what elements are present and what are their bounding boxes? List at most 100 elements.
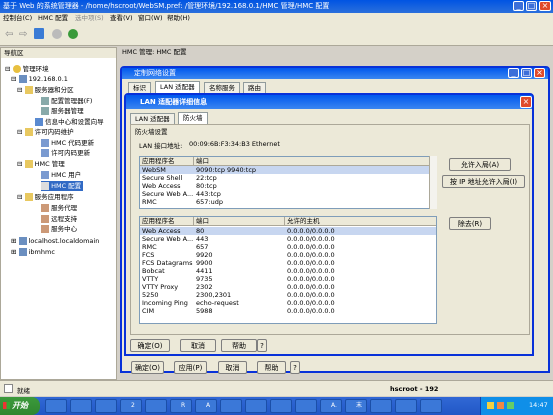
network-ok-button[interactable]: 确定(O): [131, 361, 164, 374]
start-button[interactable]: 开始: [0, 397, 40, 415]
table-row[interactable]: VTTY Proxy 2302 0.0.0.0/0.0.0.0: [140, 283, 436, 291]
tab-name-services[interactable]: 名称服务: [204, 82, 240, 93]
taskbar-item[interactable]: [270, 399, 292, 413]
col-app-name[interactable]: 应用程序名: [140, 217, 194, 226]
menu-help[interactable]: 帮助(H): [167, 13, 190, 24]
col-port[interactable]: 端口: [194, 157, 436, 166]
tree-server-mgmt[interactable]: 服务器管理: [41, 106, 84, 116]
up-icon[interactable]: [34, 28, 44, 39]
top-table-scrollbar[interactable]: [429, 156, 437, 209]
refresh-icon[interactable]: [52, 29, 62, 39]
expander-icon[interactable]: ⊞: [11, 237, 16, 245]
tab-lan-adapter[interactable]: LAN 适配器: [155, 81, 200, 93]
expander-icon[interactable]: ⊟: [17, 160, 22, 168]
taskbar-item[interactable]: A.: [320, 399, 342, 413]
expander-icon[interactable]: ⊟: [11, 75, 16, 83]
taskbar-item[interactable]: 末: [345, 399, 367, 413]
network-maximize-button[interactable]: □: [521, 68, 532, 78]
clock[interactable]: 14:47: [529, 401, 548, 409]
taskbar-item[interactable]: [220, 399, 242, 413]
forward-icon[interactable]: ⇨: [19, 29, 27, 40]
taskbar-item[interactable]: [295, 399, 317, 413]
table-row[interactable]: FCS Datagrams 9900 0.0.0.0/0.0.0.0: [140, 259, 436, 267]
table-row[interactable]: Secure Web A... 443 0.0.0.0/0.0.0.0: [140, 235, 436, 243]
tree-hmc-users[interactable]: HMC 用户: [41, 170, 81, 180]
expander-icon[interactable]: ⊟: [17, 86, 22, 94]
col-allowed-hosts[interactable]: 允许的主机: [285, 217, 436, 226]
lan-cancel-button[interactable]: 取消: [180, 339, 216, 352]
network-help-button[interactable]: 帮助: [257, 361, 286, 374]
table-row[interactable]: VTTY 9735 0.0.0.0/0.0.0.0: [140, 275, 436, 283]
available-apps-table[interactable]: 应用程序名 端口 WebSM 9090:tcp 9940:tcp Secure S…: [139, 156, 437, 209]
table-row[interactable]: Secure Shell 22:tcp: [140, 174, 436, 182]
tree-servers-partitions[interactable]: ⊟ 服务器和分区: [17, 85, 74, 95]
taskbar-item[interactable]: [420, 399, 442, 413]
taskbar-item[interactable]: [245, 399, 267, 413]
menu-console[interactable]: 控制台(C): [3, 13, 32, 24]
table-row[interactable]: RMC 657:udp: [140, 198, 436, 206]
tab-routing[interactable]: 路由: [243, 82, 266, 93]
tree-service-apps[interactable]: ⊟ 服务应用程序: [17, 192, 74, 202]
network-apply-button[interactable]: 应用(P): [174, 361, 207, 374]
allow-incoming-by-ip-button[interactable]: 按 IP 地址允许入局(I): [442, 175, 525, 188]
tab-firewall[interactable]: 防火墙: [178, 112, 208, 124]
taskbar-item[interactable]: 2: [120, 399, 142, 413]
expander-icon[interactable]: ⊟: [17, 193, 22, 201]
remove-button[interactable]: 除去(R): [449, 217, 491, 230]
tree-service-focal[interactable]: 服务中心: [41, 224, 77, 234]
tray-icon[interactable]: [497, 402, 504, 409]
tree-host[interactable]: ⊟ 192.168.0.1: [11, 74, 68, 84]
tree-licensed-code[interactable]: ⊟ 许可内码维护: [17, 127, 74, 137]
allowed-hosts-table[interactable]: 应用程序名 端口 允许的主机 Web Access 80 0.0.0.0/0.0.0…: [139, 216, 437, 324]
table-row[interactable]: RMC 657 0.0.0.0/0.0.0.0: [140, 243, 436, 251]
lan-context-help-button[interactable]: ?: [257, 339, 267, 352]
tree-ibmhmc[interactable]: ⊞ ibmhmc: [11, 247, 55, 257]
table-row[interactable]: Web Access 80 0.0.0.0/0.0.0.0: [140, 227, 436, 235]
tab-identity[interactable]: 标识: [128, 82, 151, 93]
tree-info-center[interactable]: 信息中心和设置向导: [35, 117, 104, 127]
close-button[interactable]: ×: [539, 1, 551, 11]
taskbar-item[interactable]: R: [170, 399, 192, 413]
lan-help-button[interactable]: 帮助: [221, 339, 257, 352]
network-minimize-button[interactable]: _: [508, 68, 519, 78]
expander-icon[interactable]: ⊟: [17, 128, 22, 136]
lan-close-button[interactable]: ×: [520, 96, 532, 108]
expander-icon[interactable]: ⊟: [5, 65, 10, 73]
tray-icon[interactable]: [507, 402, 514, 409]
col-app-name[interactable]: 应用程序名: [140, 157, 194, 166]
find-icon[interactable]: [68, 29, 78, 39]
tree-config-manager[interactable]: 配置管理器(F): [41, 96, 92, 106]
taskbar-item[interactable]: [95, 399, 117, 413]
taskbar-item[interactable]: [70, 399, 92, 413]
tree-service-agent[interactable]: 服务代理: [41, 203, 77, 213]
table-row[interactable]: Web Access 80:tcp: [140, 182, 436, 190]
tree-hmc-mgmt[interactable]: ⊟ HMC 管理: [17, 159, 65, 169]
maximize-button[interactable]: □: [526, 1, 537, 11]
tab-lan-adapter-inner[interactable]: LAN 适配器: [130, 113, 175, 124]
taskbar-item[interactable]: [395, 399, 417, 413]
taskbar-item[interactable]: [45, 399, 67, 413]
tree-root[interactable]: ⊟ 管理环境: [5, 64, 49, 74]
network-context-help-button[interactable]: ?: [290, 361, 300, 374]
network-cancel-button[interactable]: 取消: [218, 361, 247, 374]
taskbar-item[interactable]: [370, 399, 392, 413]
expander-icon[interactable]: ⊞: [11, 248, 16, 256]
menu-window[interactable]: 窗口(W): [138, 13, 163, 24]
table-row[interactable]: WebSM 9090:tcp 9940:tcp: [140, 166, 436, 174]
tree-remote-support[interactable]: 远程支持: [41, 214, 77, 224]
table-row[interactable]: Incoming Ping echo-request 0.0.0.0/0.0.0.0: [140, 299, 436, 307]
lan-ok-button[interactable]: 确定(O): [130, 339, 170, 352]
menu-hmc-config[interactable]: HMC 配置: [38, 13, 68, 24]
table-row[interactable]: FCS 9920 0.0.0.0/0.0.0.0: [140, 251, 436, 259]
taskbar-item[interactable]: [145, 399, 167, 413]
tray-icon[interactable]: [487, 402, 494, 409]
minimize-button[interactable]: _: [513, 1, 524, 11]
table-row[interactable]: CIM 5988 0.0.0.0/0.0.0.0: [140, 307, 436, 315]
menu-selected[interactable]: 选中项(S): [75, 13, 104, 24]
allow-incoming-button[interactable]: 允许入局(A): [449, 158, 511, 171]
table-row[interactable]: Secure Web A... 443:tcp: [140, 190, 436, 198]
tree-hmc-config[interactable]: HMC 配置: [41, 181, 84, 191]
taskbar-item[interactable]: A: [195, 399, 217, 413]
col-port[interactable]: 端口: [194, 217, 285, 226]
tree-hmc-code-update[interactable]: HMC 代码更新: [41, 138, 94, 148]
